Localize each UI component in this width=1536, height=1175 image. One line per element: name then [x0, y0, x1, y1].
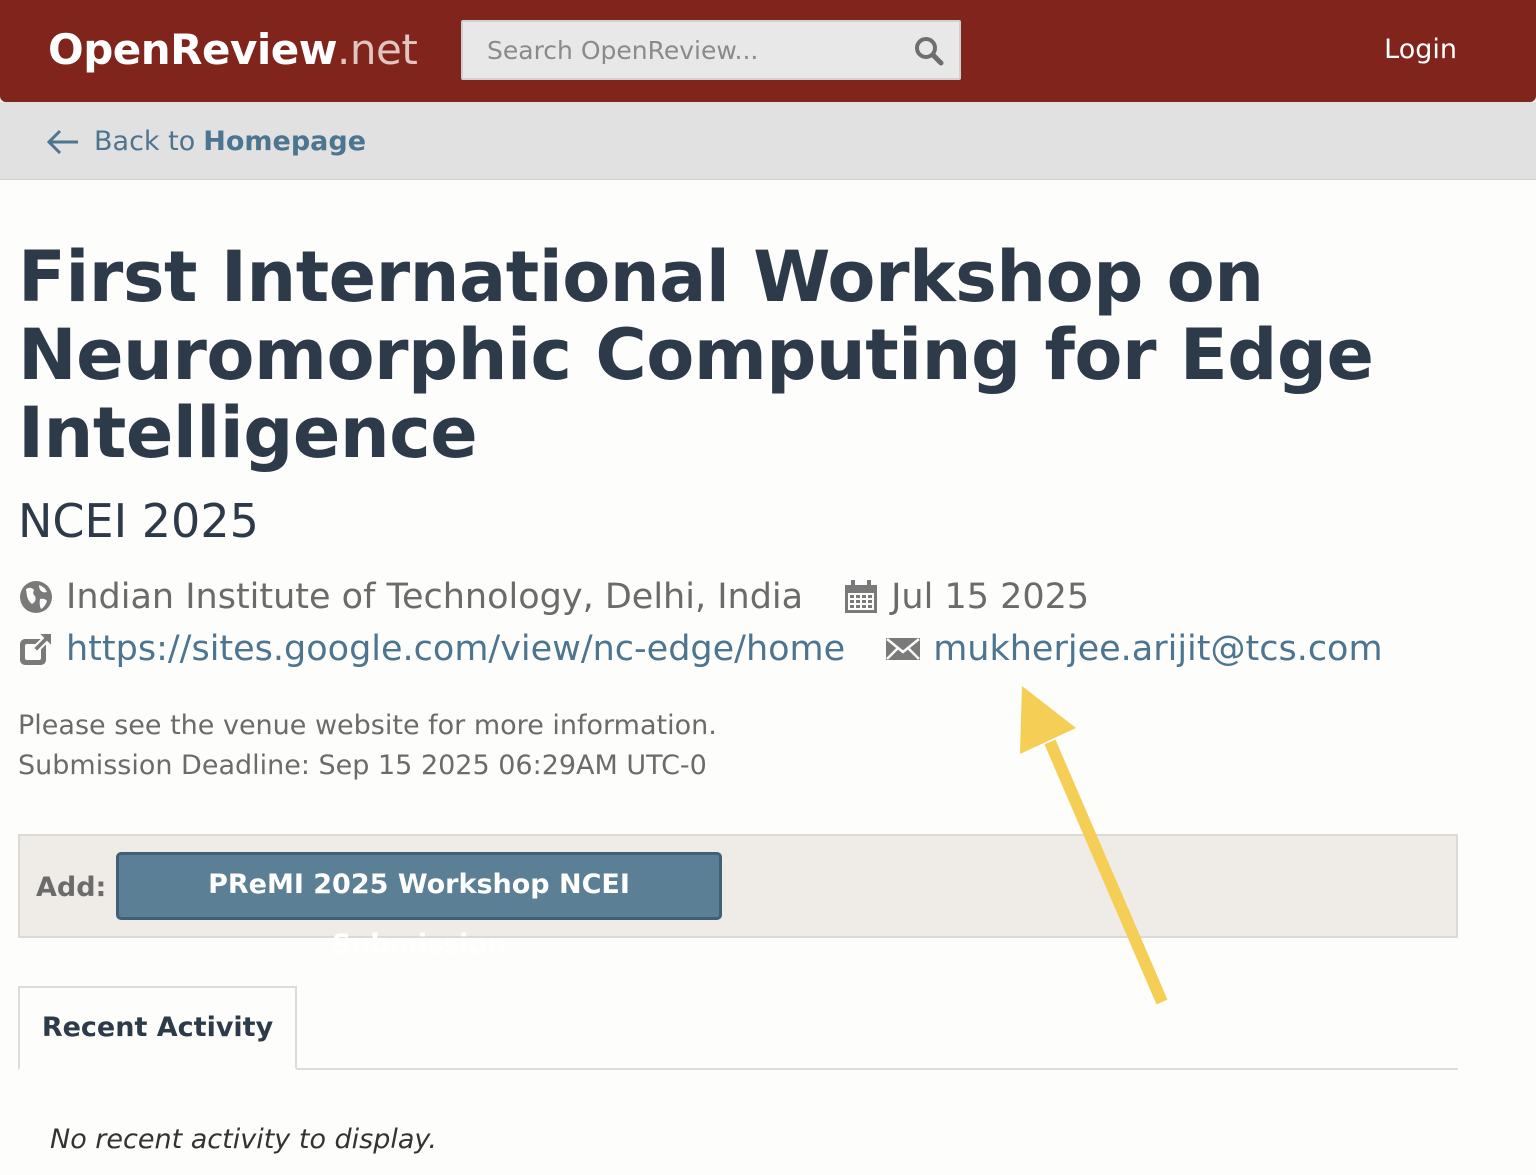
search-icon[interactable]	[913, 35, 945, 67]
back-to-homepage-link[interactable]: Back to Homepage	[46, 124, 366, 160]
brand-tld: .net	[337, 25, 418, 74]
external-link-icon	[20, 632, 53, 665]
email-item: mukherjee.arijit@tcs.com	[885, 627, 1383, 671]
annotation-arrow-head	[1020, 686, 1076, 754]
venue-abbreviation: NCEI 2025	[18, 494, 259, 548]
venue-meta-row-links: https://sites.google.com/view/nc-edge/ho…	[18, 627, 1383, 671]
website-item: https://sites.google.com/view/nc-edge/ho…	[18, 627, 845, 671]
email-link[interactable]: mukherjee.arijit@tcs.com	[933, 627, 1382, 671]
deadline-line: Submission Deadline: Sep 15 2025 06:29AM…	[18, 750, 707, 781]
back-target: Homepage	[203, 126, 367, 157]
submission-button[interactable]: PReMI 2025 Workshop NCEI Submission	[116, 852, 722, 960]
add-label: Add:	[36, 872, 107, 903]
login-link[interactable]: Login	[1384, 32, 1457, 68]
top-navbar: OpenReview.net Login	[0, 0, 1536, 102]
location-text: Indian Institute of Technology, Delhi, I…	[66, 577, 804, 617]
back-prefix: Back to	[94, 126, 196, 157]
arrow-left-icon	[46, 129, 78, 155]
venue-title: First International Workshop on Neuromor…	[18, 236, 1374, 474]
globe-icon	[20, 581, 52, 613]
brand-name: OpenReview	[48, 25, 338, 74]
tab-recent-activity[interactable]: Recent Activity	[18, 986, 297, 1070]
venue-meta-row-location-date: Indian Institute of Technology, Delhi, I…	[18, 575, 1089, 619]
date-item: Jul 15 2025	[843, 575, 1089, 619]
calendar-icon	[845, 580, 878, 613]
empty-activity-message: No recent activity to display.	[50, 1124, 437, 1155]
website-link[interactable]: https://sites.google.com/view/nc-edge/ho…	[66, 627, 845, 671]
brand-logo-link[interactable]: OpenReview.net	[48, 25, 418, 74]
search-box	[461, 20, 961, 80]
add-invitation-panel: Add: PReMI 2025 Workshop NCEI Submission	[18, 834, 1458, 960]
envelope-icon	[886, 638, 921, 660]
date-text: Jul 15 2025	[891, 577, 1090, 617]
breadcrumb-bar: Back to Homepage	[0, 102, 1536, 180]
info-line: Please see the venue website for more in…	[18, 710, 717, 741]
activity-tabs: Recent Activity	[18, 986, 1458, 1070]
venue-description: Please see the venue website for more in…	[18, 706, 717, 786]
search-input[interactable]	[463, 22, 903, 78]
location-item: Indian Institute of Technology, Delhi, I…	[18, 575, 803, 619]
